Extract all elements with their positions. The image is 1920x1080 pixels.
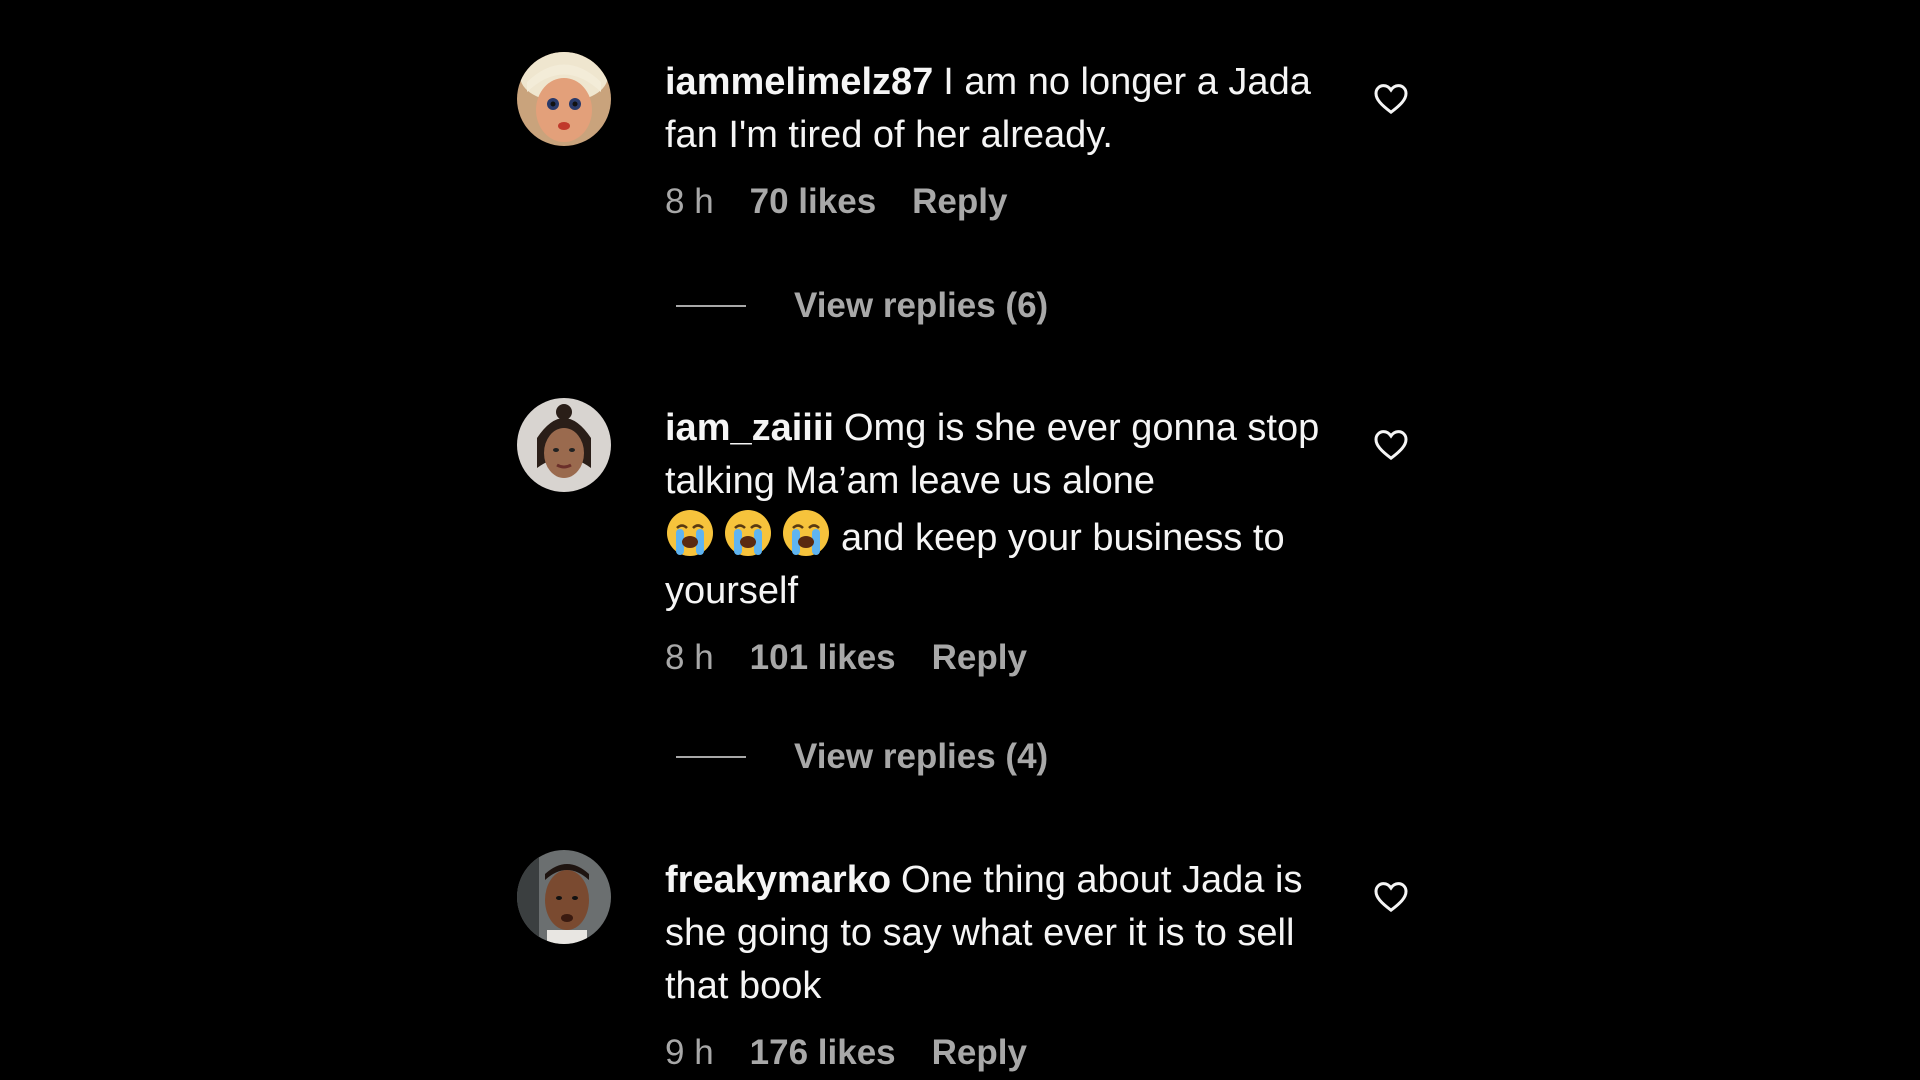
- comment-likes[interactable]: 101 likes: [750, 638, 896, 678]
- comment-meta: 9 h 176 likes Reply: [665, 1033, 1325, 1073]
- reply-button[interactable]: Reply: [932, 1033, 1027, 1073]
- comment-item: iammelimelz87 I am no longer a Jada fan I…: [517, 52, 1417, 232]
- comment-likes[interactable]: 70 likes: [750, 182, 877, 222]
- view-replies-button[interactable]: View replies (6): [676, 286, 1048, 326]
- reply-button[interactable]: Reply: [932, 638, 1027, 678]
- heart-icon[interactable]: [1371, 424, 1411, 464]
- comment-username[interactable]: freakymarko: [665, 859, 891, 901]
- comment-meta: 8 h 101 likes Reply: [665, 638, 1325, 678]
- comment-time: 8 h: [665, 638, 714, 677]
- comment-username[interactable]: iammelimelz87: [665, 61, 933, 103]
- avatar[interactable]: [517, 850, 611, 944]
- doll-face-avatar-icon: [517, 52, 611, 146]
- comment-time: 9 h: [665, 1033, 714, 1072]
- emoji-group: [665, 508, 831, 558]
- loudly-crying-face-icon: [725, 510, 771, 556]
- avatar[interactable]: [517, 398, 611, 492]
- comment-time: 8 h: [665, 182, 714, 221]
- heart-icon[interactable]: [1371, 876, 1411, 916]
- comment-text: iammelimelz87 I am no longer a Jada fan I…: [665, 56, 1325, 162]
- comment-username[interactable]: iam_zaiiii: [665, 407, 834, 449]
- woman-avatar-icon: [517, 398, 611, 492]
- loudly-crying-face-icon: [667, 510, 713, 556]
- comment-text: freakymarko One thing about Jada is she g…: [665, 854, 1325, 1013]
- comment-meta: 8 h 70 likes Reply: [665, 182, 1325, 222]
- comment-item: freakymarko One thing about Jada is she g…: [517, 850, 1417, 1080]
- man-avatar-icon: [517, 850, 611, 944]
- loudly-crying-face-icon: [783, 510, 829, 556]
- comment-item: iam_zaiiii Omg is she ever gonna stop tal…: [517, 398, 1417, 678]
- view-replies-label: View replies (4): [794, 737, 1049, 776]
- heart-icon[interactable]: [1371, 78, 1411, 118]
- view-replies-button[interactable]: View replies (4): [676, 737, 1048, 777]
- divider-line: [676, 756, 746, 758]
- comment-likes[interactable]: 176 likes: [750, 1033, 896, 1073]
- comment-text: iam_zaiiii Omg is she ever gonna stop tal…: [665, 402, 1325, 618]
- view-replies-label: View replies (6): [794, 286, 1049, 325]
- divider-line: [676, 305, 746, 307]
- avatar[interactable]: [517, 52, 611, 146]
- reply-button[interactable]: Reply: [912, 182, 1007, 222]
